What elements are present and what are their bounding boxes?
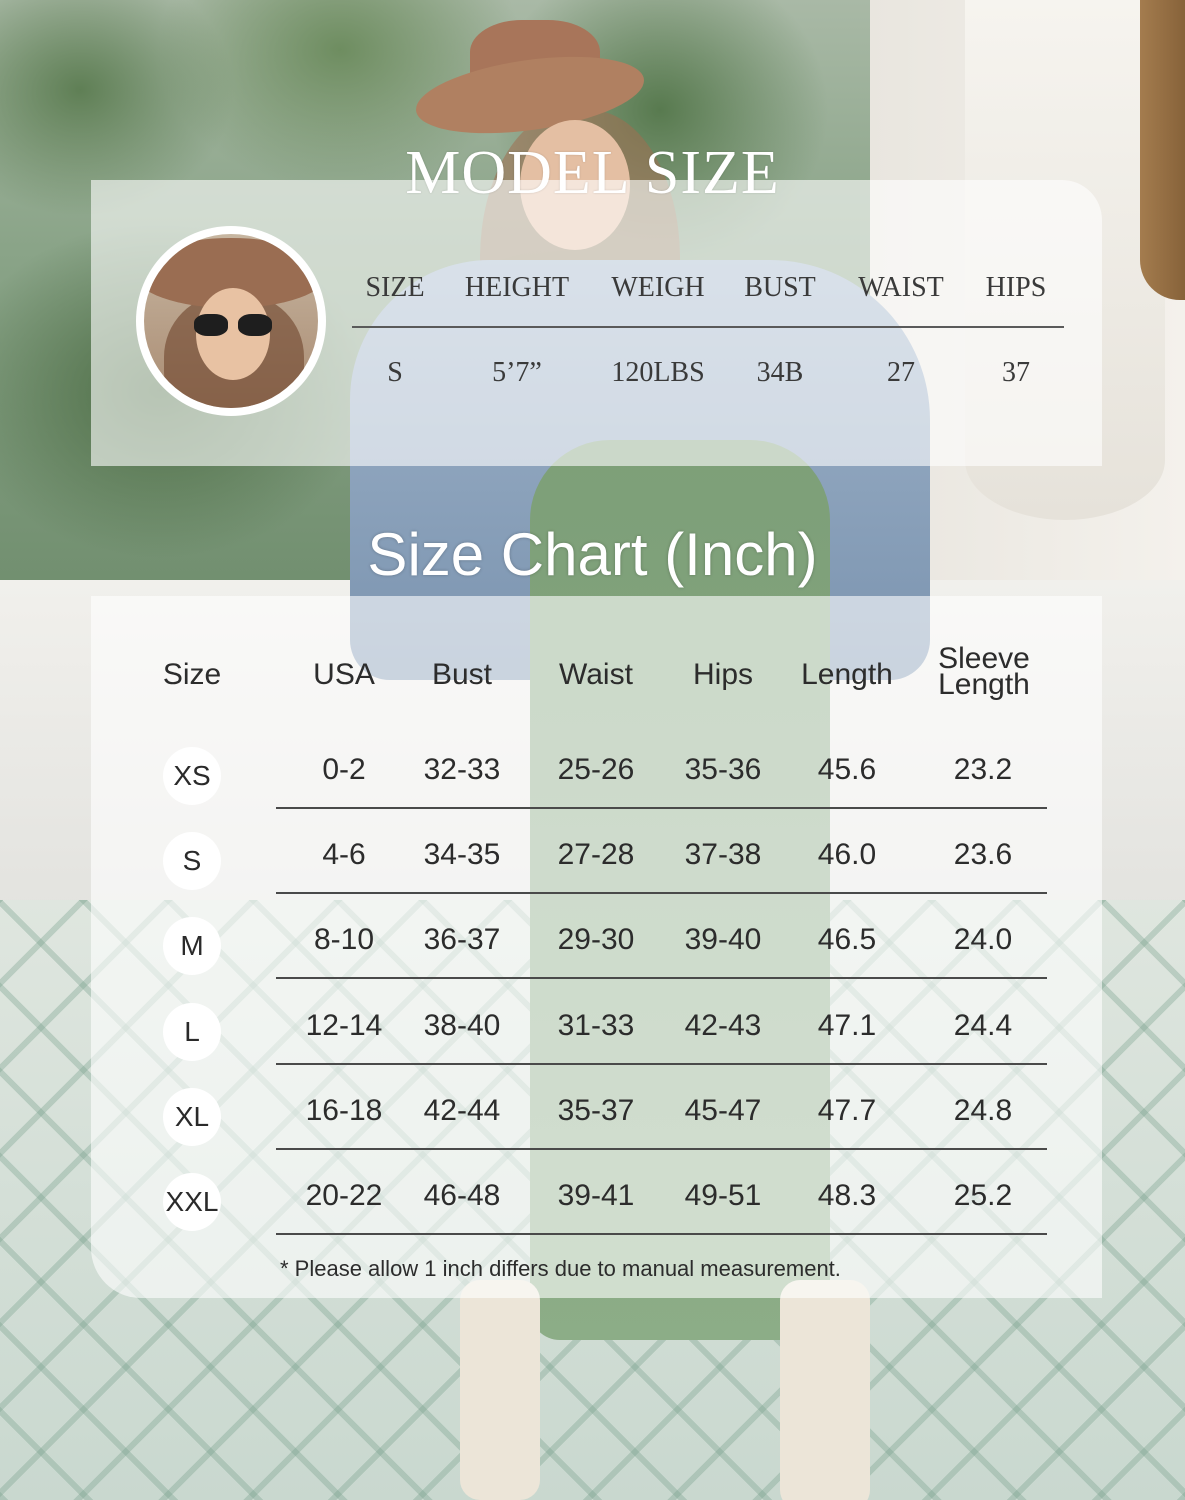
model-header-waist: WAIST: [858, 272, 944, 303]
size-label-s: S: [163, 832, 221, 891]
row-divider: [276, 1062, 1047, 1065]
header-waist: Waist: [559, 658, 633, 691]
size-label-l: L: [163, 1002, 221, 1061]
row-divider: [276, 1233, 1047, 1235]
table-cell: 0-2: [322, 753, 366, 786]
model-value-bust: 34B: [756, 357, 804, 388]
size-label-m: M: [163, 917, 221, 976]
size-label-xxl: XXL: [163, 1173, 221, 1231]
table-cell: 37-38: [684, 838, 762, 872]
model-header-bust: BUST: [744, 272, 816, 303]
sunglasses-icon: [194, 314, 274, 336]
size-label-xs: XS: [163, 747, 221, 805]
row-divider: [276, 977, 1047, 980]
table-cell: 46.5: [817, 923, 877, 957]
table-cell: 45.6: [817, 753, 877, 786]
table-cell: 45-47: [684, 1093, 762, 1127]
table-cell: 39-40: [684, 923, 762, 957]
table-cell: 39-41: [557, 1179, 635, 1212]
header-sleeve-length: Sleeve Length: [924, 644, 1044, 701]
table-cell: 34-35: [423, 838, 501, 872]
model-value-waist: 27: [887, 357, 915, 388]
table-cell: 23.6: [953, 838, 1013, 872]
table-cell: 25.2: [953, 1179, 1013, 1212]
table-cell: 16-18: [305, 1093, 383, 1127]
header-size: Size: [162, 658, 222, 691]
table-cell: 31-33: [557, 1008, 635, 1042]
table-cell: 27-28: [557, 838, 635, 872]
header-bust: Bust: [431, 658, 493, 691]
table-cell: 42-43: [684, 1008, 762, 1042]
model-table-divider: [352, 326, 1064, 328]
row-divider: [276, 1147, 1047, 1150]
table-cell: 48.3: [817, 1179, 877, 1212]
table-cell: 12-14: [305, 1008, 383, 1042]
table-cell: 23.2: [953, 753, 1013, 786]
size-label-xl: XL: [163, 1087, 221, 1146]
model-value-weigh: 120LBS: [611, 357, 705, 388]
row-divider: [276, 892, 1047, 895]
size-chart-title: Size Chart (Inch): [367, 521, 818, 588]
header-length: Length: [801, 658, 893, 691]
table-cell: 36-37: [423, 923, 501, 957]
table-cell: 49-51: [684, 1179, 762, 1212]
header-sleeve-line2: Length: [938, 668, 1030, 701]
table-cell: 25-26: [557, 753, 635, 786]
table-cell: 8-10: [313, 923, 375, 957]
table-cell: 42-44: [423, 1093, 501, 1127]
row-divider: [276, 807, 1047, 809]
model-header-hips: HIPS: [985, 272, 1047, 303]
table-cell: 46-48: [423, 1179, 501, 1212]
model-header-weigh: WEIGH: [611, 272, 705, 303]
model-size-title: MODEL SIZE: [405, 139, 780, 207]
model-value-height: 5’7”: [492, 357, 542, 388]
table-cell: 47.1: [817, 1008, 877, 1042]
table-cell: 32-33: [423, 753, 501, 786]
header-hips: Hips: [692, 658, 753, 691]
table-cell: 46.0: [817, 838, 877, 872]
table-cell: 29-30: [557, 923, 635, 957]
table-cell: 35-37: [557, 1093, 635, 1127]
model-header-height: HEIGHT: [464, 272, 570, 303]
model-avatar: [136, 226, 326, 416]
table-cell: 24.8: [953, 1093, 1013, 1127]
table-cell: 24.0: [953, 923, 1013, 957]
table-cell: 20-22: [305, 1179, 383, 1212]
table-cell: 35-36: [684, 753, 762, 786]
table-cell: 4-6: [322, 838, 366, 872]
table-cell: 47.7: [817, 1093, 877, 1127]
measurement-note: * Please allow 1 inch differs due to man…: [280, 1256, 841, 1281]
table-cell: 38-40: [423, 1008, 501, 1042]
table-cell: 24.4: [953, 1008, 1013, 1042]
header-usa: USA: [313, 658, 375, 691]
model-value-hips: 37: [1002, 357, 1030, 388]
